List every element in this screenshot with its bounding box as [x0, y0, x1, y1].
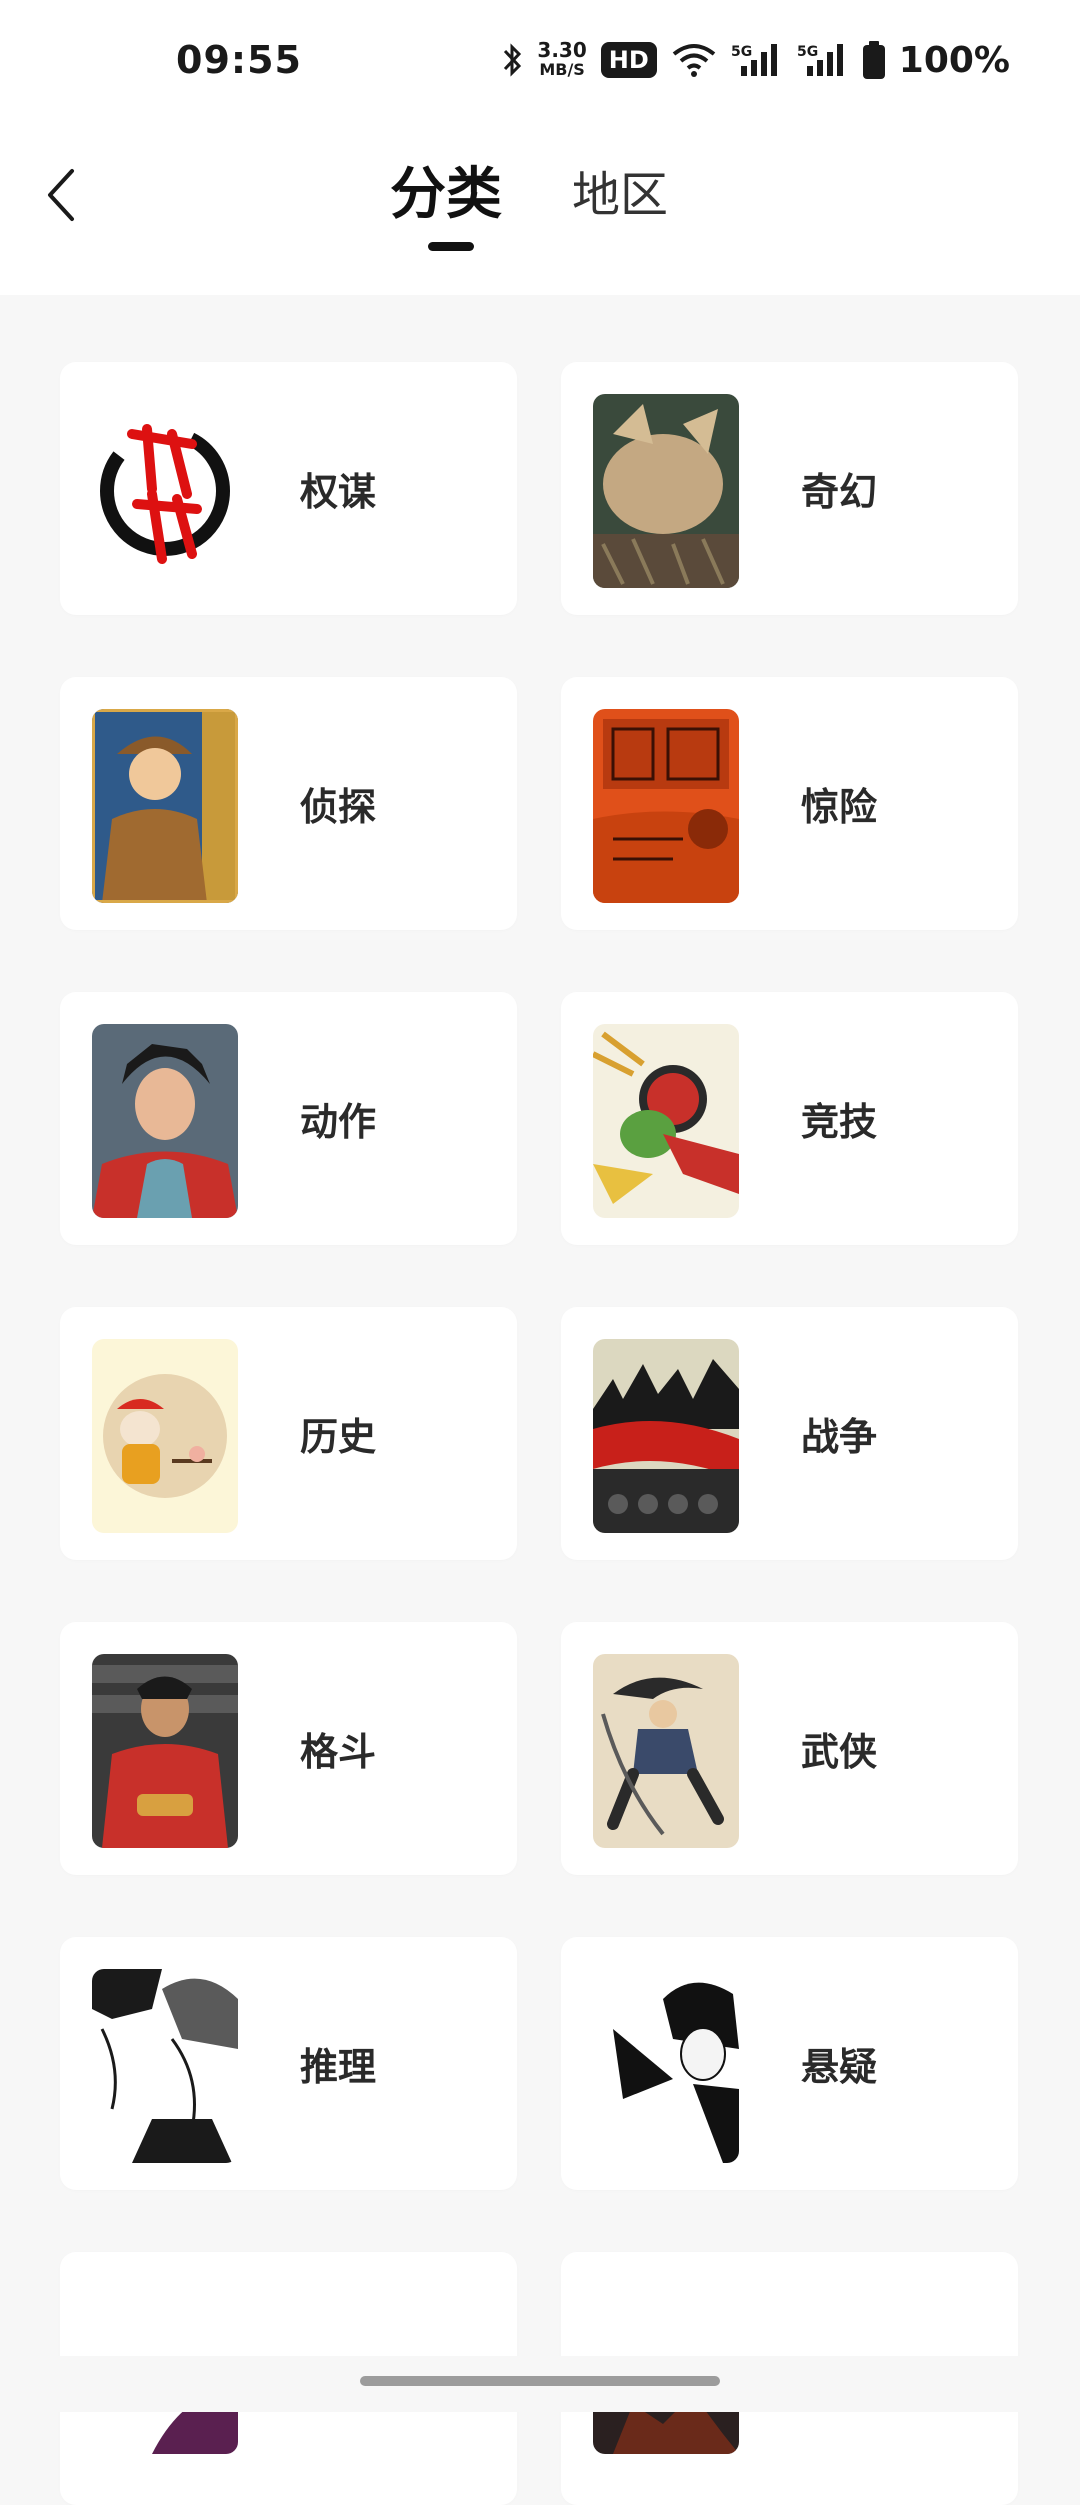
category-card-quanmou[interactable]: 权谋 [60, 362, 517, 615]
category-card-zhentan[interactable]: 侦探 [60, 677, 517, 930]
network-type-2: 5G [797, 44, 818, 60]
category-label: 战争 [801, 1415, 878, 1459]
category-card-lishi[interactable]: 历史 [60, 1307, 517, 1560]
speed-unit: MB/S [539, 60, 585, 79]
thumbnail-dongzuo [92, 1024, 238, 1218]
signal-5g-icon-2: 5G [797, 44, 843, 76]
category-card-zhanzheng[interactable]: 战争 [561, 1307, 1018, 1560]
status-icons: 3.30 MB/S HD 5G 5G 100% [501, 36, 1010, 84]
battery-icon [862, 41, 885, 79]
thumbnail-wuxia [593, 1654, 739, 1848]
category-card-qihuan[interactable]: 奇幻 [561, 362, 1018, 615]
network-speed: 3.30 MB/S [537, 40, 586, 80]
category-label: 推理 [300, 2045, 377, 2089]
tab-category-label: 分类 [390, 162, 502, 227]
active-tab-indicator [428, 242, 474, 251]
thumbnail-xuanyi [593, 1969, 739, 2163]
tab-region-label: 地区 [572, 167, 669, 223]
category-card-tuili[interactable]: 推理 [60, 1937, 517, 2190]
wifi-icon [672, 44, 716, 77]
category-label: 悬疑 [801, 2045, 878, 2089]
tab-region[interactable]: 地区 [572, 160, 668, 230]
category-label: 奇幻 [801, 470, 878, 514]
category-label: 权谋 [300, 470, 377, 514]
category-tabs: 分类 地区 [390, 160, 668, 251]
thumbnail-lishi [92, 1339, 238, 1533]
speed-value: 3.30 [537, 38, 587, 62]
category-label: 竞技 [801, 1100, 878, 1144]
category-card-jingji[interactable]: 竞技 [561, 992, 1018, 1245]
category-label: 历史 [300, 1415, 377, 1459]
category-label: 动作 [300, 1100, 377, 1144]
hd-badge: HD [600, 42, 657, 78]
status-time: 09:55 [176, 38, 302, 82]
category-card-dongzuo[interactable]: 动作 [60, 992, 517, 1245]
back-arrow-icon[interactable] [40, 165, 84, 225]
thumbnail-jingxian [593, 709, 739, 903]
battery-percent: 100% [898, 39, 1010, 81]
thumbnail-qihuan [593, 394, 739, 588]
category-card-wuxia[interactable]: 武侠 [561, 1622, 1018, 1875]
thumbnail-quanmou [92, 394, 238, 588]
thumbnail-tuili [92, 1969, 238, 2163]
thumbnail-zhanzheng [593, 1339, 739, 1533]
category-label: 侦探 [300, 785, 377, 829]
thumbnail-gedou [92, 1654, 238, 1848]
category-card-jingxian[interactable]: 惊险 [561, 677, 1018, 930]
category-label: 格斗 [300, 1730, 377, 1774]
network-type-1: 5G [731, 44, 752, 60]
home-indicator[interactable] [360, 2376, 720, 2386]
category-grid: 权谋 奇幻 侦探 惊险 动作 竞技 历史 战争 格斗 武侠 推理 悬疑 [60, 362, 1018, 2505]
tab-category[interactable]: 分类 [390, 160, 502, 251]
category-label: 惊险 [801, 785, 878, 829]
bluetooth-icon [504, 43, 522, 77]
category-card-xuanyi[interactable]: 悬疑 [561, 1937, 1018, 2190]
category-label: 武侠 [801, 1730, 878, 1774]
header: 09:55 3.30 MB/S HD 5G 5G 100% 分类 地区 [0, 0, 1080, 295]
thumbnail-jingji [593, 1024, 739, 1218]
signal-5g-icon: 5G [731, 44, 777, 76]
status-bar: 09:55 3.30 MB/S HD 5G 5G 100% [0, 0, 1080, 120]
category-card-gedou[interactable]: 格斗 [60, 1622, 517, 1875]
thumbnail-zhentan [92, 709, 238, 903]
